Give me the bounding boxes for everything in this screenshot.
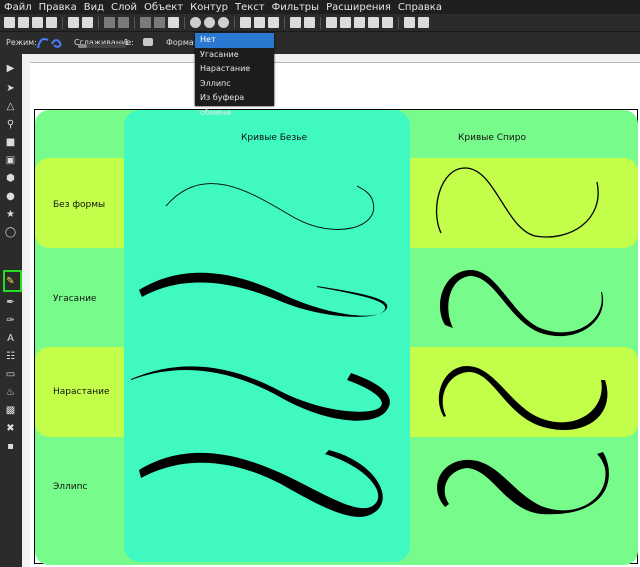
save-icon[interactable] xyxy=(32,17,43,28)
connector-tool-icon[interactable]: ▪ xyxy=(4,440,17,453)
menu-path[interactable]: Контур xyxy=(186,2,231,13)
box3d-tool-icon[interactable]: ⬢ xyxy=(4,172,17,185)
text-font-icon[interactable] xyxy=(340,17,351,28)
toolbar-separator xyxy=(320,16,321,29)
shape-option-grow[interactable]: Нарастание xyxy=(195,62,274,77)
zoom-page-icon[interactable] xyxy=(218,17,229,28)
menu-help[interactable]: Справка xyxy=(394,2,445,13)
mode-buttons xyxy=(37,38,62,49)
ungroup-icon[interactable] xyxy=(304,17,315,28)
xml-editor-icon[interactable] xyxy=(368,17,379,28)
eraser-tool-icon[interactable]: ▭ xyxy=(4,368,17,381)
redo-icon[interactable] xyxy=(118,17,129,28)
shape-label: Форма: xyxy=(166,38,197,47)
layers-icon[interactable] xyxy=(354,17,365,28)
shape-dropdown-list: Нет Угасание Нарастание Эллипс Из буфера… xyxy=(195,33,274,117)
ellipse-tool-icon[interactable]: ● xyxy=(4,190,17,203)
bezier-mode-icon[interactable] xyxy=(37,38,49,49)
tool-controls-bar: Режим: Сглаживание: 1 Форма: xyxy=(0,32,640,54)
commands-toolbar xyxy=(0,14,640,32)
paste-icon[interactable] xyxy=(168,17,179,28)
zoom-drawing-icon[interactable] xyxy=(204,17,215,28)
toolbar-separator xyxy=(284,16,285,29)
row-label-fade: Угасание xyxy=(53,294,97,304)
paint-bucket-tool-icon[interactable]: ♨ xyxy=(4,386,17,399)
toolbox: ▶ ➤ △ ⚲ ■ ▣ ⬢ ● ★ ◯ ✎ ✒ ✑ A ☷ ▭ ♨ ▩ ✖ ▪ xyxy=(0,54,22,567)
toolbar-separator xyxy=(134,16,135,29)
spiro-mode-icon[interactable] xyxy=(51,39,62,48)
clone-icon[interactable] xyxy=(254,17,265,28)
cut-icon[interactable] xyxy=(154,17,165,28)
cyan-column xyxy=(124,110,410,562)
shape-option-fade[interactable]: Угасание xyxy=(195,48,274,63)
smoothing-slider-fill xyxy=(78,44,87,48)
document-properties-icon[interactable] xyxy=(418,17,429,28)
fill-stroke-icon[interactable] xyxy=(326,17,337,28)
horizontal-ruler[interactable] xyxy=(30,54,640,63)
menu-view[interactable]: Вид xyxy=(80,2,107,13)
menu-layer[interactable]: Слой xyxy=(107,2,140,13)
toolbar-separator xyxy=(62,16,63,29)
pencil-tool-icon[interactable]: ✎ xyxy=(4,275,17,288)
toolbar-separator xyxy=(98,16,99,29)
calligraphy-tool-icon[interactable]: ✑ xyxy=(4,314,17,327)
menu-text[interactable]: Текст xyxy=(231,2,268,13)
reset-smoothing-icon[interactable] xyxy=(143,38,153,46)
new-document-icon[interactable] xyxy=(4,17,15,28)
menu-object[interactable]: Объект xyxy=(140,2,186,13)
spray-tool-icon[interactable]: ☷ xyxy=(4,350,17,363)
print-icon[interactable] xyxy=(46,17,57,28)
open-file-icon[interactable] xyxy=(18,17,29,28)
unlink-clone-icon[interactable] xyxy=(268,17,279,28)
pen-tool-icon[interactable]: ✒ xyxy=(4,296,17,309)
duplicate-icon[interactable] xyxy=(240,17,251,28)
smoothing-slider[interactable] xyxy=(78,44,126,48)
toolbar-separator xyxy=(184,16,185,29)
menu-file[interactable]: Файл xyxy=(0,2,35,13)
selector-tool-icon[interactable]: ▶ xyxy=(4,62,17,75)
menu-bar: Файл Правка Вид Слой Объект Контур Текст… xyxy=(0,0,640,14)
group-icon[interactable] xyxy=(290,17,301,28)
menu-edit[interactable]: Правка xyxy=(35,2,80,13)
drawing[interactable]: Кривые Безье Кривые Спиро Без формы Угас… xyxy=(35,110,638,565)
shape-option-none[interactable]: Нет xyxy=(195,33,274,48)
preferences-icon[interactable] xyxy=(404,17,415,28)
text-tool-icon[interactable]: A xyxy=(4,332,17,345)
gradient-tool-icon[interactable]: ▩ xyxy=(4,404,17,417)
shape-option-ellipse[interactable]: Эллипс xyxy=(195,77,274,92)
row-label-ellipse: Эллипс xyxy=(53,482,88,492)
align-distribute-icon[interactable] xyxy=(382,17,393,28)
toolbar-separator xyxy=(234,16,235,29)
import-icon[interactable] xyxy=(68,17,79,28)
menu-filters[interactable]: Фильтры xyxy=(268,2,322,13)
header-bezier: Кривые Безье xyxy=(241,133,308,143)
node-tool-icon[interactable]: ➤ xyxy=(4,82,17,95)
spiral-tool-icon[interactable]: ◯ xyxy=(4,226,17,239)
export-icon[interactable] xyxy=(82,17,93,28)
row-label-grow: Нарастание xyxy=(53,387,110,397)
header-spiro: Кривые Спиро xyxy=(458,133,526,143)
zoom-tool-icon[interactable]: ⚲ xyxy=(4,118,17,131)
shape-option-clipboard[interactable]: Из буфера обмена xyxy=(195,91,274,117)
row-label-none: Без формы xyxy=(53,200,105,210)
copy-icon[interactable] xyxy=(140,17,151,28)
dropper-tool-icon[interactable]: ✖ xyxy=(4,422,17,435)
rectangle-tool-icon[interactable]: ▣ xyxy=(4,154,17,167)
measure-tool-icon[interactable]: ■ xyxy=(4,136,17,149)
zoom-selection-icon[interactable] xyxy=(190,17,201,28)
undo-icon[interactable] xyxy=(104,17,115,28)
star-tool-icon[interactable]: ★ xyxy=(4,208,17,221)
menu-extensions[interactable]: Расширения xyxy=(322,2,394,13)
toolbar-separator xyxy=(398,16,399,29)
mode-label: Режим: xyxy=(6,38,37,47)
tweak-tool-icon[interactable]: △ xyxy=(4,100,17,113)
